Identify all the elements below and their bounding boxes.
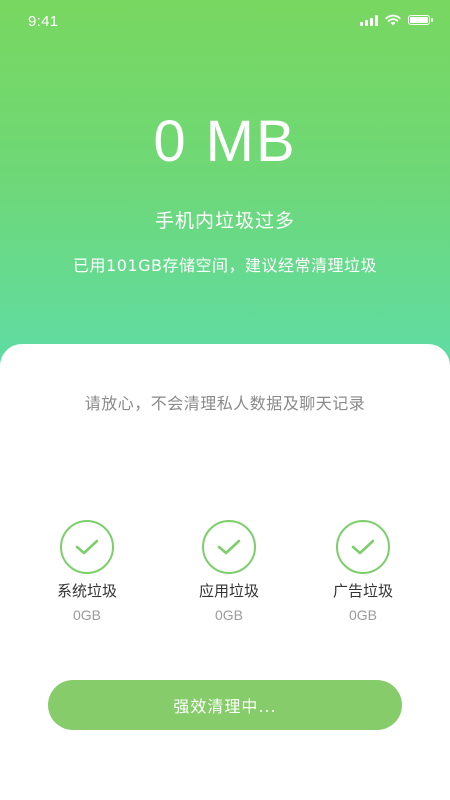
category-label: 系统垃圾: [56, 582, 117, 600]
category-system-junk: 系统垃圾 0GB: [27, 520, 147, 623]
category-label: 广告垃圾: [332, 582, 393, 600]
deep-clean-button[interactable]: 强效清理中...: [48, 680, 402, 730]
category-size: 0GB: [72, 607, 101, 623]
junk-size-readout: 0 MB: [153, 109, 297, 174]
check-icon: [202, 520, 256, 574]
cleanup-card: 请放心，不会清理私人数据及聊天记录 系统垃圾 0GB 应用垃圾 0GB 广告垃圾…: [0, 344, 450, 800]
check-icon: [60, 520, 114, 574]
wifi-icon: [385, 14, 401, 26]
cellular-signal-icon: [360, 14, 378, 26]
battery-icon: [408, 15, 433, 25]
category-ad-junk: 广告垃圾 0GB: [303, 520, 423, 623]
hero-subtitle: 已用101GB存储空间，建议经常清理垃圾: [73, 256, 377, 275]
check-icon: [336, 520, 390, 574]
category-size: 0GB: [348, 607, 377, 623]
category-app-junk: 应用垃圾 0GB: [169, 520, 289, 623]
status-time: 9:41: [28, 13, 59, 30]
hero-title: 手机内垃圾过多: [154, 210, 295, 232]
status-bar: 9:41: [0, 0, 450, 44]
hero-header: 9:41 0 MB 手机内垃圾过多 已用101GB存储空间，建议经常清理垃圾: [0, 0, 450, 380]
category-label: 应用垃圾: [198, 582, 259, 600]
junk-category-list: 系统垃圾 0GB 应用垃圾 0GB 广告垃圾 0GB: [0, 520, 450, 630]
status-icons: [360, 14, 433, 26]
category-size: 0GB: [214, 607, 243, 623]
privacy-note: 请放心，不会清理私人数据及聊天记录: [84, 394, 366, 413]
